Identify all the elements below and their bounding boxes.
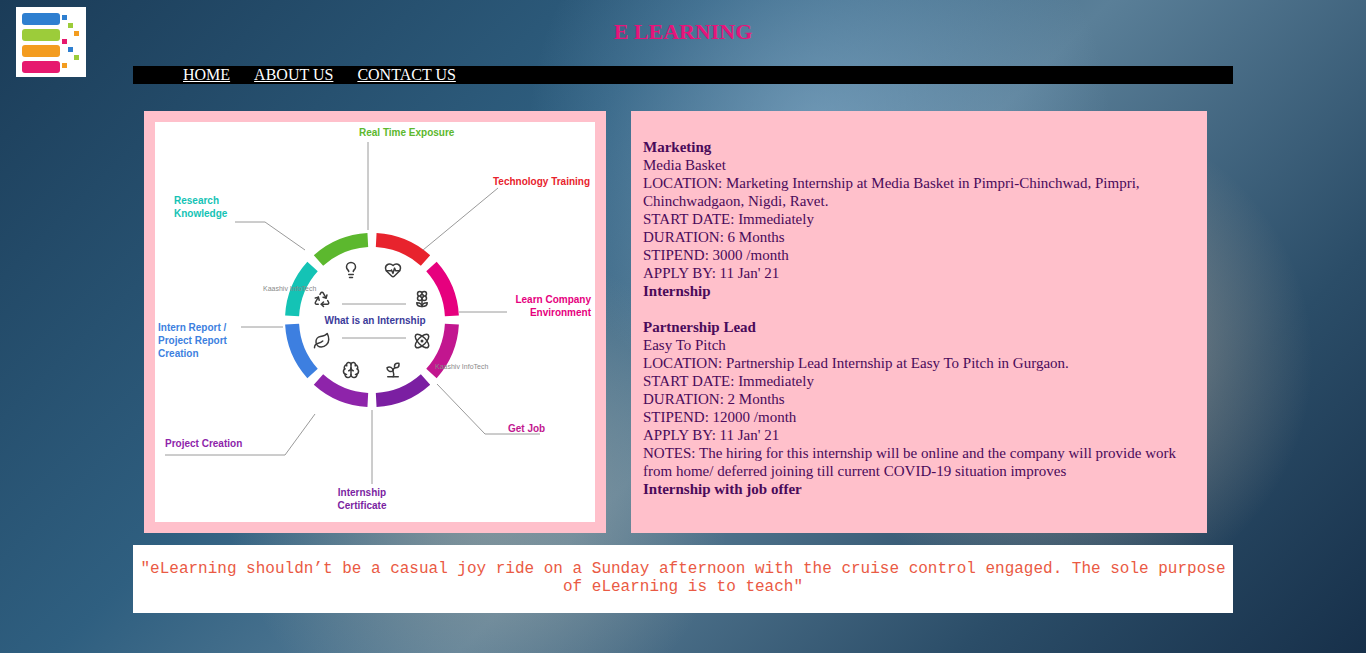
diagram-center-title: What is an Internship [305,314,445,327]
listing-field: STIPEND: 12000 /month [643,408,1195,426]
listing-tag: Internship with job offer [643,480,1195,498]
segment-symbol-icon [413,290,431,308]
listing-tag: Internship [643,282,1195,300]
segment-icon [383,260,403,280]
listing-title: Partnership Lead [643,318,1195,336]
segment-icon [341,260,361,280]
diagram-watermark: Kaashiv InfoTech [435,362,488,371]
segment-symbol-icon [384,261,402,279]
content-row: Technology Training Learn Company Environ… [144,111,1366,533]
listing-field: DURATION: 6 Months [643,228,1195,246]
diagram-watermark: Kaashiv InfoTech [263,284,316,293]
page: E LEARNING HOME ABOUT US CONTACT US Technolo… [0,0,1366,653]
segment-icon [312,289,332,309]
listing-field: LOCATION: Partnership Lead Internship at… [643,354,1195,372]
listing-field: START DATE: Immediately [643,372,1195,390]
listing-title: Marketing [643,138,1195,156]
segment-symbol-icon [384,361,402,379]
header: E LEARNING [0,0,1366,66]
segment-symbol-icon [342,361,360,379]
internship-listing: MarketingMedia BasketLOCATION: Marketing… [643,138,1195,300]
listings-panel: MarketingMedia BasketLOCATION: Marketing… [631,111,1207,533]
listing-field: STIPEND: 3000 /month [643,246,1195,264]
diagram-label: Real Time Exposure [359,126,454,139]
segment-symbol-icon [313,290,331,308]
quote-box: "eLearning shouldn’t be a casual joy rid… [133,545,1233,613]
listing-field: START DATE: Immediately [643,210,1195,228]
segment-symbol-icon [313,332,331,350]
segment-icon [383,360,403,380]
diagram-label: Research Knowledge [174,194,232,220]
diagram-label: Technology Training [493,175,590,188]
site-logo[interactable] [16,7,86,77]
nav-link[interactable]: ABOUT US [254,66,333,84]
listing-company: Easy To Pitch [643,336,1195,354]
listing-field: APPLY BY: 11 Jan' 21 [643,264,1195,282]
listing-field: LOCATION: Marketing Internship at Media … [643,174,1195,210]
segment-symbol-icon [342,261,360,279]
segment-symbol-icon [413,332,431,350]
internship-diagram: Technology Training Learn Company Environ… [155,122,595,522]
database-logo-icon [16,7,86,77]
segment-icon [412,289,432,309]
listing-field: NOTES: The hiring for this internship wi… [643,444,1195,480]
nav-bar: HOME ABOUT US CONTACT US [133,66,1233,84]
nav-link[interactable]: HOME [183,66,230,84]
diagram-label: Project Creation [165,437,242,450]
diagram-label: Get Job [508,422,545,435]
listing-field: APPLY BY: 11 Jan' 21 [643,426,1195,444]
segment-icon [312,331,332,351]
diagram-label: Learn Company Environment [505,293,591,319]
listing-company: Media Basket [643,156,1195,174]
diagram-label: Internship Certificate [331,486,393,512]
segment-icon [341,360,361,380]
segment-icon [412,331,432,351]
diagram-label: Intern Report / Project Report Creation [158,321,238,360]
image-panel: Technology Training Learn Company Environ… [144,111,606,533]
site-title: E LEARNING [614,20,753,44]
listing-field: DURATION: 2 Months [643,390,1195,408]
nav-link[interactable]: CONTACT US [357,66,455,84]
internship-listing: Partnership LeadEasy To PitchLOCATION: P… [643,318,1195,498]
